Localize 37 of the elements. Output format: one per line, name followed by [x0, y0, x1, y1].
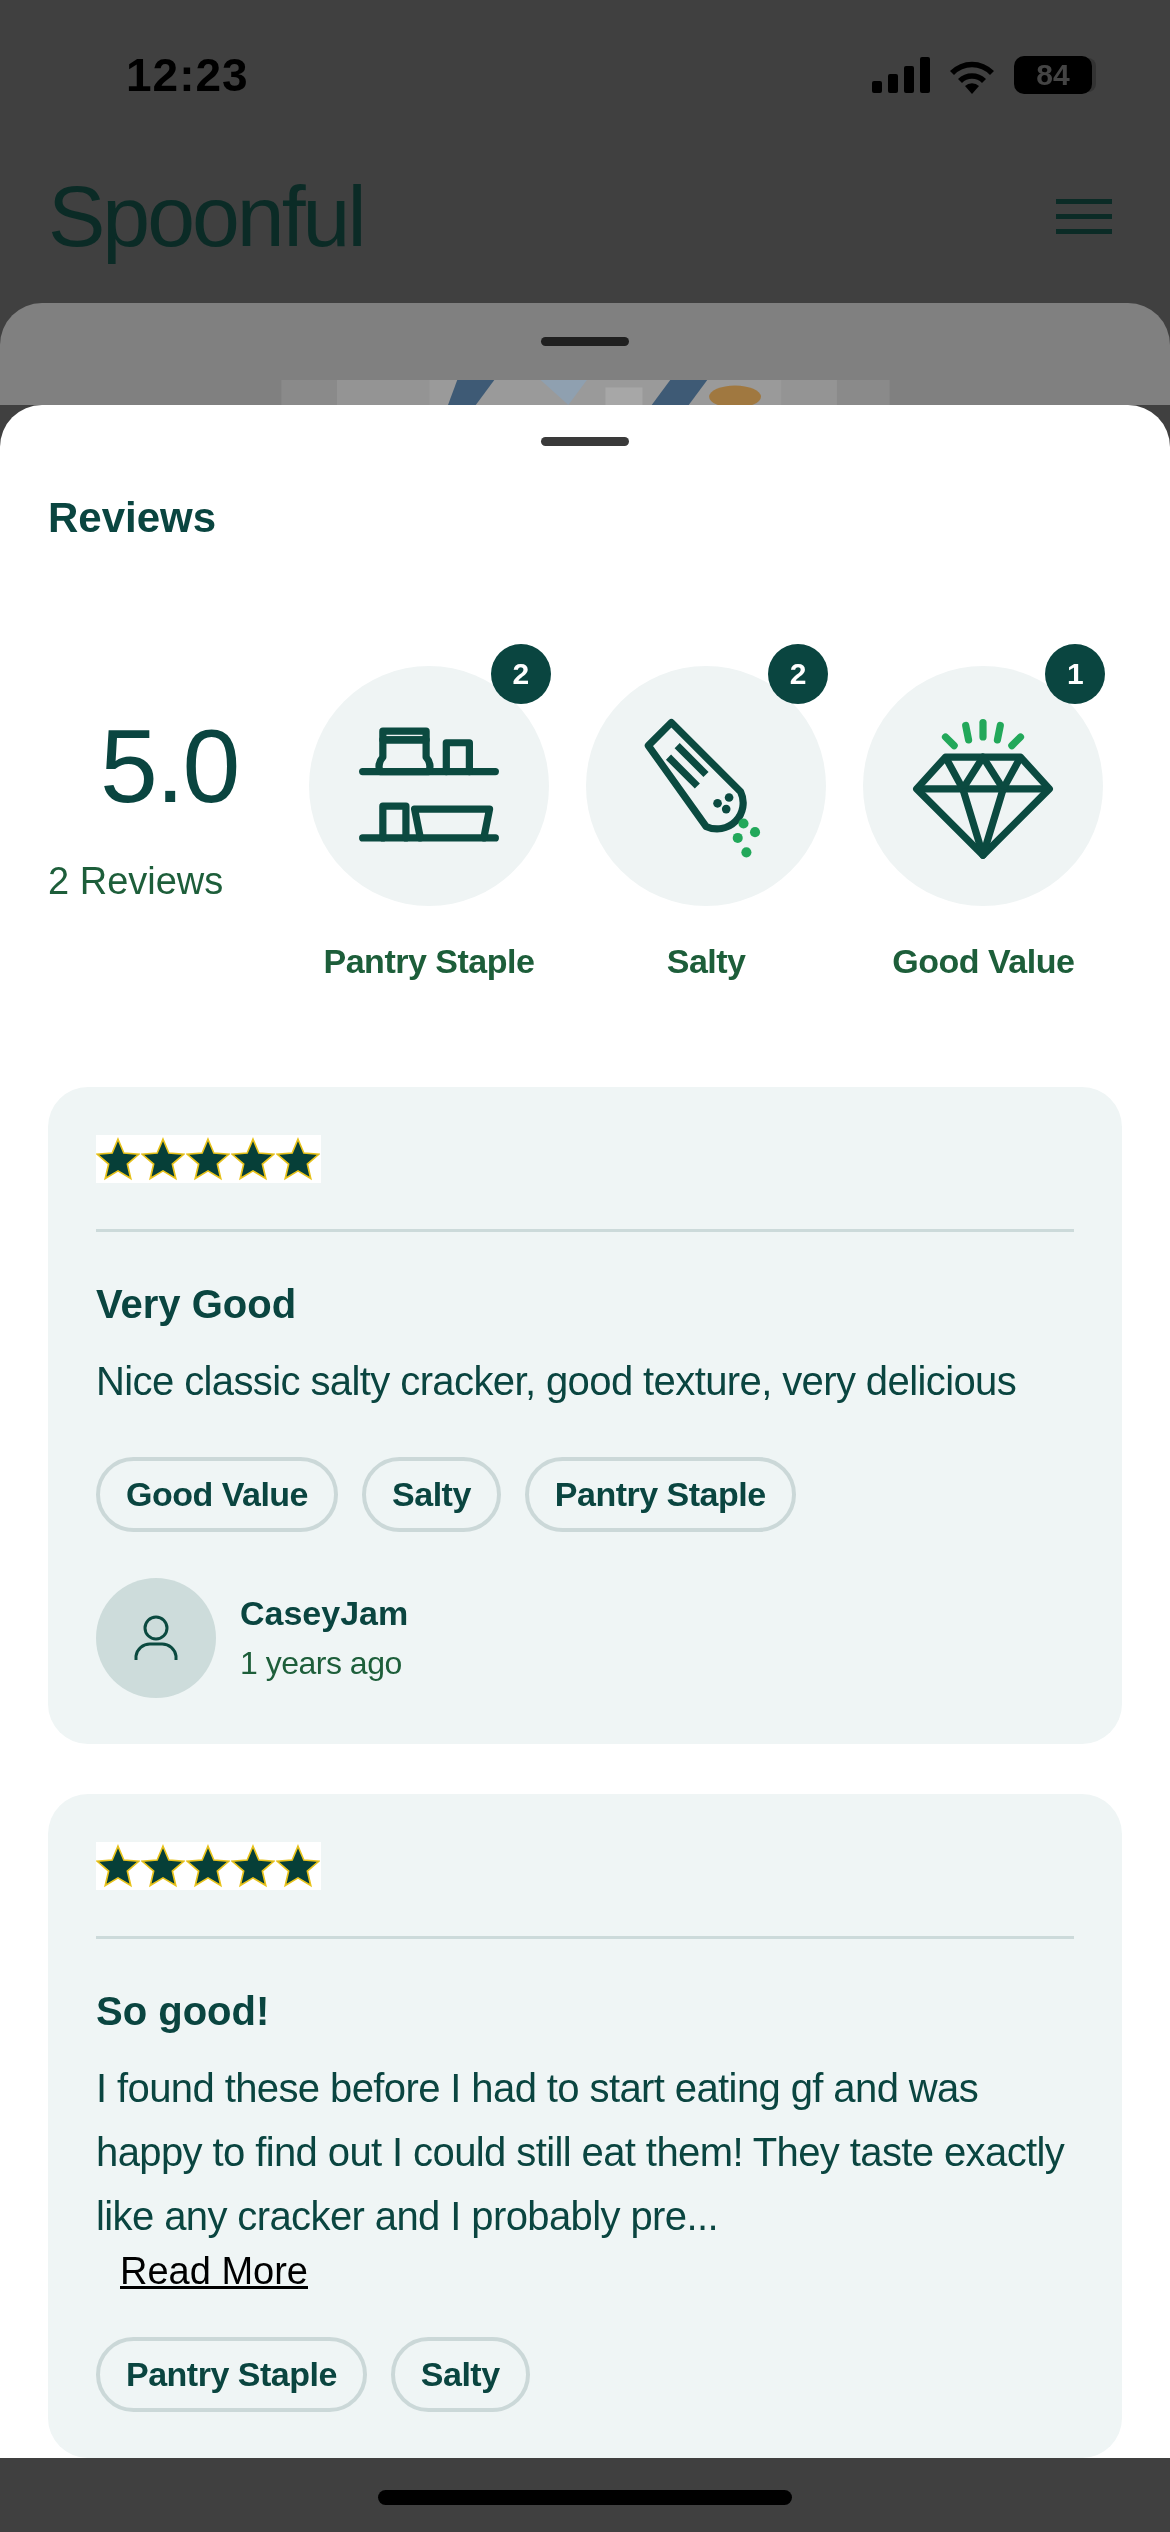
read-more-link[interactable]: Read More [120, 2250, 308, 2293]
highlight-label: Good Value [892, 942, 1075, 981]
tag-chip: Good Value [96, 1457, 339, 1532]
status-time: 12:23 [126, 48, 249, 102]
battery-level: 84 [1036, 58, 1070, 92]
star-icon [96, 1844, 140, 1888]
star-icon [141, 1844, 185, 1888]
star-icon [276, 1844, 320, 1888]
average-rating: 5.0 [99, 714, 239, 818]
star-icon [231, 1844, 275, 1888]
tag-chip: Pantry Staple [524, 1457, 796, 1532]
highlight-label: Pantry Staple [323, 942, 535, 981]
count-badge: 2 [490, 644, 551, 704]
review-text: I found these before I had to start eating gf and was happy to find out I could still eat them! They taste exactly like any cracker and I probably pre... [96, 2065, 1066, 2240]
drag-handle[interactable] [541, 437, 629, 446]
tag-chip: Pantry Staple [96, 2337, 367, 2412]
count-badge: 2 [768, 644, 829, 704]
menu-icon [1056, 196, 1112, 237]
review-time: 1 years ago [240, 1645, 403, 1682]
signal-icon [872, 57, 930, 93]
star-icon [186, 1844, 230, 1888]
section-title: Reviews [48, 494, 218, 542]
highlight-label: Salty [666, 942, 746, 981]
author-name: CaseyJam [240, 1594, 409, 1633]
review-text: Nice classic salty cracker, good texture, very delicious [96, 1358, 1018, 1405]
drag-handle[interactable] [541, 337, 629, 346]
count-badge: 1 [1045, 644, 1106, 704]
star-icon [186, 1137, 230, 1181]
star-icon [96, 1137, 140, 1181]
review-count: 2 Reviews [48, 860, 224, 903]
tag-chip: Salty [390, 2337, 530, 2412]
review-title: So good! [96, 1989, 271, 2034]
star-icon [276, 1137, 320, 1181]
review-title: Very Good [96, 1282, 298, 1327]
tag-chip: Salty [362, 1457, 501, 1532]
star-icon [141, 1137, 185, 1181]
star-icon [231, 1137, 275, 1181]
